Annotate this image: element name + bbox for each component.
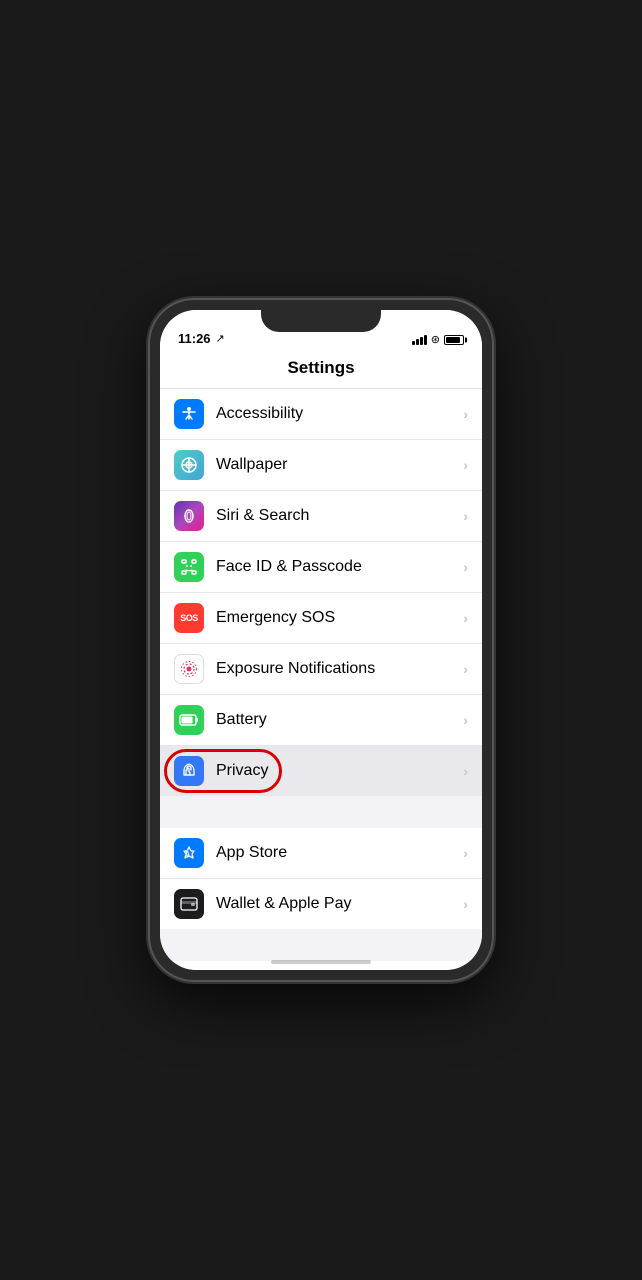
home-indicator	[271, 960, 371, 964]
bar4	[424, 335, 427, 345]
exposure-icon	[174, 654, 204, 684]
settings-item-battery[interactable]: Battery ›	[160, 695, 482, 746]
settings-item-privacy[interactable]: Privacy ›	[160, 746, 482, 796]
settings-item-appstore[interactable]: A App Store ›	[160, 828, 482, 879]
emergency-chevron: ›	[463, 610, 468, 626]
wifi-icon: ⊛	[431, 333, 440, 346]
location-icon: ↗	[216, 332, 225, 345]
settings-item-faceid[interactable]: Face ID & Passcode ›	[160, 542, 482, 593]
wallet-icon	[174, 889, 204, 919]
svg-text:A: A	[185, 850, 191, 859]
faceid-icon	[174, 552, 204, 582]
battery-label: Battery	[216, 711, 463, 729]
settings-item-emergency[interactable]: SOS Emergency SOS ›	[160, 593, 482, 644]
settings-item-wallpaper[interactable]: Wallpaper ›	[160, 440, 482, 491]
page-title: Settings	[160, 350, 482, 389]
accessibility-chevron: ›	[463, 406, 468, 422]
notch	[261, 310, 381, 332]
emergency-label: Emergency SOS	[216, 609, 463, 627]
battery-chevron: ›	[463, 712, 468, 728]
section-divider-2	[160, 929, 482, 961]
battery-fill	[446, 337, 460, 343]
exposure-chevron: ›	[463, 661, 468, 677]
faceid-label: Face ID & Passcode	[216, 558, 463, 576]
siri-chevron: ›	[463, 508, 468, 524]
appstore-chevron: ›	[463, 845, 468, 861]
battery-icon	[174, 705, 204, 735]
settings-item-accessibility[interactable]: Accessibility ›	[160, 389, 482, 440]
privacy-label: Privacy	[216, 762, 463, 780]
appstore-label: App Store	[216, 844, 463, 862]
signal-bars	[412, 335, 427, 345]
status-icons: ⊛	[412, 333, 464, 346]
status-time: 11:26	[178, 331, 211, 346]
wallpaper-chevron: ›	[463, 457, 468, 473]
wallet-label: Wallet & Apple Pay	[216, 895, 463, 913]
settings-item-wallet[interactable]: Wallet & Apple Pay ›	[160, 879, 482, 929]
sos-text: SOS	[180, 613, 198, 623]
siri-icon	[174, 501, 204, 531]
faceid-chevron: ›	[463, 559, 468, 575]
bar3	[420, 337, 423, 345]
accessibility-icon	[174, 399, 204, 429]
wallet-chevron: ›	[463, 896, 468, 912]
privacy-chevron: ›	[463, 763, 468, 779]
settings-item-siri[interactable]: Siri & Search ›	[160, 491, 482, 542]
accessibility-label: Accessibility	[216, 405, 463, 423]
wallpaper-icon	[174, 450, 204, 480]
screen-content[interactable]: Settings Accessibility ›	[160, 350, 482, 970]
bar1	[412, 341, 415, 345]
bar2	[416, 339, 419, 345]
appstore-icon: A	[174, 838, 204, 868]
privacy-icon	[174, 756, 204, 786]
battery-status-icon	[444, 335, 464, 345]
emergency-icon: SOS	[174, 603, 204, 633]
settings-group-1: Accessibility › Wallpaper ›	[160, 389, 482, 796]
phone-screen: 11:26 ↗ ⊛ Settings	[160, 310, 482, 970]
section-divider-1	[160, 796, 482, 828]
siri-label: Siri & Search	[216, 507, 463, 525]
settings-item-exposure[interactable]: Exposure Notifications ›	[160, 644, 482, 695]
wallpaper-label: Wallpaper	[216, 456, 463, 474]
exposure-label: Exposure Notifications	[216, 660, 463, 678]
phone-frame: 11:26 ↗ ⊛ Settings	[150, 300, 492, 980]
settings-group-2: A App Store › Wallet & Ap	[160, 828, 482, 929]
